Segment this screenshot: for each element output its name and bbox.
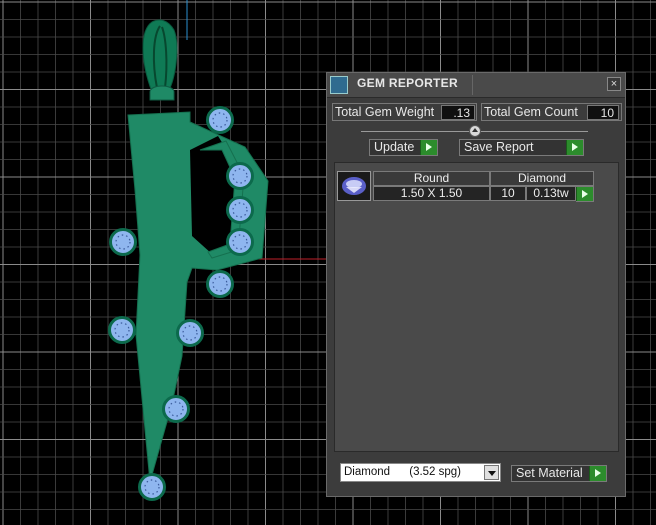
save-report-button[interactable]: Save Report <box>459 139 584 156</box>
row-select-button[interactable] <box>576 186 594 202</box>
total-weight-field[interactable]: .13 <box>441 105 475 120</box>
gem-stone[interactable] <box>226 162 254 190</box>
material-select-value: Diamond <box>344 466 391 478</box>
cell-count: 10 <box>490 186 526 201</box>
gem-stone[interactable] <box>138 473 166 501</box>
material-density: (3.52 spg) <box>409 466 462 478</box>
pendant-bail <box>142 19 178 93</box>
total-count-label: Total Gem Count <box>484 105 578 119</box>
update-button[interactable]: Update <box>369 139 438 156</box>
set-material-arrow-icon <box>589 466 606 481</box>
panel-title: GEM REPORTER <box>357 76 458 90</box>
update-arrow-icon <box>420 140 437 155</box>
close-button[interactable]: × <box>607 77 621 91</box>
gem-stone[interactable] <box>162 395 190 423</box>
header-material: Diamond <box>490 171 594 186</box>
pendant-loop <box>149 85 175 101</box>
title-divider <box>472 75 473 95</box>
header-shape: Round <box>373 171 490 186</box>
gem-thumbnail[interactable] <box>337 171 371 201</box>
gem-reporter-icon <box>330 76 348 94</box>
gem-stone[interactable] <box>226 228 254 256</box>
total-count-field[interactable]: 10 <box>587 105 619 120</box>
update-button-label: Update <box>374 140 415 154</box>
chevron-down-icon[interactable] <box>484 465 499 480</box>
gem-stone[interactable] <box>176 319 204 347</box>
panel-splitter-handle[interactable] <box>469 125 481 137</box>
gem-list: Round Diamond 1.50 X 1.50 10 0.13tw <box>334 162 619 452</box>
gem-stone[interactable] <box>108 316 136 344</box>
round-diamond-icon <box>342 177 366 195</box>
cell-weight: 0.13tw <box>526 186 576 201</box>
gem-stone[interactable] <box>226 196 254 224</box>
gem-stone[interactable] <box>206 270 234 298</box>
set-material-button[interactable]: Set Material <box>511 465 607 482</box>
gem-stone[interactable] <box>206 106 234 134</box>
material-select[interactable]: Diamond (3.52 spg) <box>340 463 501 482</box>
set-material-label: Set Material <box>516 466 583 480</box>
gem-reporter-panel: GEM REPORTER × Total Gem Weight .13 Tota… <box>326 72 626 497</box>
total-weight-label: Total Gem Weight <box>335 105 435 119</box>
panel-titlebar[interactable]: GEM REPORTER × <box>327 73 625 98</box>
cell-size: 1.50 X 1.50 <box>373 186 490 201</box>
gem-stone[interactable] <box>109 228 137 256</box>
save-report-arrow-icon <box>566 140 583 155</box>
row-arrow-icon <box>576 187 593 201</box>
save-report-label: Save Report <box>464 140 534 154</box>
